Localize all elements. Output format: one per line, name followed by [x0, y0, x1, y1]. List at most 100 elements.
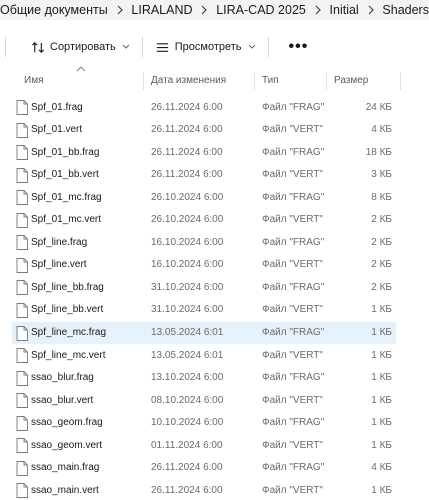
file-size: 1 КБ	[371, 349, 392, 361]
file-date-modified: 31.10.2024 6:00	[151, 281, 224, 293]
file-row[interactable]: Spf_01_bb.frag 26.11.2024 6:00 Файл "FRAG"…	[12, 141, 396, 163]
file-date-modified: 10.10.2024 6:00	[151, 417, 224, 429]
view-button[interactable]: Просмотреть	[153, 34, 258, 60]
file-size: 1 КБ	[371, 327, 392, 338]
sort-button-label: Сортировать	[50, 41, 116, 53]
column-header-date[interactable]: Дата изменения	[151, 66, 226, 94]
file-row[interactable]: ssao_geom.frag 10.10.2024 6:00 Файл "FRAG"…	[12, 412, 396, 434]
file-date-modified: 26.11.2024 6:00	[151, 146, 223, 158]
file-icon	[16, 257, 28, 273]
file-row[interactable]: Spf_01.vert 26.11.2024 6:00 Файл "VERT" 4 К…	[12, 119, 396, 141]
file-size: 18 КБ	[365, 146, 392, 158]
file-row[interactable]: Spf_line_mc.frag 13.05.2024 6:01 Файл "FRA…	[12, 321, 396, 344]
file-icon	[16, 190, 28, 206]
chevron-right-icon	[359, 0, 383, 20]
file-type: Файл "VERT"	[262, 484, 323, 496]
sort-button[interactable]: Сортировать	[28, 34, 132, 60]
file-size: 2 КБ	[371, 281, 392, 293]
column-header-name[interactable]: Имя	[24, 66, 43, 94]
file-row[interactable]: Spf_01.frag 26.11.2024 6:00 Файл "FRAG" 24 …	[12, 96, 396, 118]
file-name: ssao_geom.vert	[31, 439, 103, 451]
file-row[interactable]: Spf_line_mc.vert 13.05.2024 6:01 Файл "VER…	[12, 344, 396, 366]
file-icon	[16, 122, 28, 138]
file-date-modified: 26.11.2024 6:00	[151, 484, 223, 496]
file-size: 4 КБ	[371, 124, 392, 136]
file-date-modified: 26.11.2024 6:00	[151, 169, 223, 181]
column-header-row: Имя Дата изменения Тип Размер	[0, 66, 429, 94]
file-date-modified: 26.11.2024 6:00	[151, 124, 223, 136]
file-date-modified: 26.10.2024 6:00	[151, 214, 224, 226]
breadcrumb: Общие документы LIRALAND LIRA-CAD 2025 I…	[0, 0, 429, 20]
file-date-modified: 31.10.2024 6:00	[151, 304, 224, 316]
file-date-modified: 26.11.2024 6:00	[151, 462, 223, 474]
file-type: Файл "VERT"	[262, 304, 323, 316]
file-icon	[16, 235, 28, 251]
file-type: Файл "FRAG"	[262, 146, 325, 158]
file-icon	[16, 460, 28, 476]
file-size: 1 КБ	[371, 394, 392, 406]
file-date-modified: 16.10.2024 6:00	[151, 259, 224, 271]
file-row[interactable]: ssao_blur.frag 13.10.2024 6:00 Файл "FRAG"…	[12, 367, 396, 389]
file-row[interactable]: Spf_01_bb.vert 26.11.2024 6:00 Файл "VERT"…	[12, 164, 396, 186]
column-divider[interactable]	[254, 72, 255, 90]
file-size: 1 КБ	[371, 417, 392, 429]
column-header-size[interactable]: Размер	[334, 66, 368, 94]
column-header-type[interactable]: Тип	[262, 66, 279, 94]
chevron-down-icon	[122, 44, 130, 50]
column-divider[interactable]	[326, 72, 327, 90]
file-row[interactable]: ssao_main.frag 26.11.2024 6:00 Файл "FRAG"…	[12, 457, 396, 479]
file-row[interactable]: Spf_line.vert 16.10.2024 6:00 Файл "VERT" 2…	[12, 254, 396, 276]
file-size: 1 КБ	[371, 372, 392, 384]
file-row[interactable]: ssao_main.vert 26.11.2024 6:00 Файл "VERT"…	[12, 479, 396, 500]
file-size: 2 КБ	[371, 236, 392, 248]
file-date-modified: 13.10.2024 6:00	[151, 372, 224, 384]
breadcrumb-item-general-docs[interactable]: Общие документы	[0, 3, 108, 17]
file-size: 8 КБ	[371, 191, 392, 203]
column-divider[interactable]	[143, 72, 144, 90]
chevron-right-icon	[108, 0, 132, 20]
file-type: Файл "FRAG"	[262, 101, 325, 113]
file-name: ssao_blur.frag	[31, 372, 94, 384]
file-icon	[16, 167, 28, 183]
view-button-label: Просмотреть	[174, 41, 242, 53]
more-options-button[interactable]: •••	[279, 39, 319, 55]
sort-icon	[30, 39, 46, 55]
sort-ascending-icon	[76, 66, 86, 72]
file-type: Файл "VERT"	[262, 349, 323, 361]
chevron-down-icon	[248, 44, 256, 50]
file-size: 4 КБ	[371, 462, 392, 474]
file-row[interactable]: Spf_line.frag 16.10.2024 6:00 Файл "FRAG" 2…	[12, 231, 396, 253]
column-divider[interactable]	[400, 72, 401, 90]
file-name: Spf_01.vert	[31, 124, 83, 136]
file-date-modified: 01.11.2024 6:00	[151, 439, 223, 451]
file-icon	[16, 302, 28, 318]
file-name: Spf_01_mc.frag	[31, 191, 102, 203]
file-icon	[16, 145, 28, 161]
file-icon	[16, 100, 28, 115]
file-name: Spf_line.frag	[31, 236, 88, 248]
file-name: ssao_geom.frag	[31, 417, 103, 429]
file-size: 1 КБ	[371, 304, 392, 316]
file-date-modified: 26.10.2024 6:00	[151, 191, 224, 203]
file-date-modified: 16.10.2024 6:00	[151, 236, 224, 248]
file-row[interactable]: ssao_geom.vert 01.11.2024 6:00 Файл "VERT"…	[12, 434, 396, 456]
file-name: Spf_line_bb.frag	[31, 281, 104, 293]
file-row[interactable]: ssao_blur.vert 08.10.2024 6:00 Файл "VERT"…	[12, 389, 396, 411]
breadcrumb-item-initial[interactable]: Initial	[330, 3, 359, 17]
file-type: Файл "FRAG"	[262, 191, 325, 203]
file-row[interactable]: Spf_line_bb.vert 31.10.2024 6:00 Файл "VER…	[12, 299, 396, 321]
file-icon	[16, 212, 28, 228]
file-name: ssao_blur.vert	[31, 394, 94, 406]
file-row[interactable]: Spf_01_mc.frag 26.10.2024 6:00 Файл "FRAG"…	[12, 186, 396, 208]
file-icon	[16, 415, 28, 431]
breadcrumb-item-liraland[interactable]: LIRALAND	[131, 3, 192, 17]
file-icon	[16, 393, 28, 409]
file-type: Файл "VERT"	[262, 259, 323, 271]
file-type: Файл "FRAG"	[262, 417, 325, 429]
breadcrumb-item-shaders[interactable]: Shaders	[382, 3, 429, 17]
command-bar: Сортировать Просмотреть •••	[0, 30, 429, 64]
file-row[interactable]: Spf_01_mc.vert 26.10.2024 6:00 Файл "VERT"…	[12, 209, 396, 231]
file-row[interactable]: Spf_line_bb.frag 31.10.2024 6:00 Файл "FRA…	[12, 276, 396, 298]
file-type: Файл "FRAG"	[262, 281, 325, 293]
breadcrumb-item-lira-cad[interactable]: LIRA-CAD 2025	[216, 3, 306, 17]
